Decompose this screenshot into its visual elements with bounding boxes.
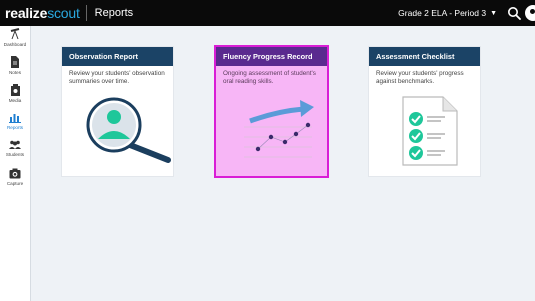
sidebar-item-dashboard[interactable]: Dashboard	[0, 28, 30, 47]
sidebar: Dashboard Notes Media Reports Students C…	[0, 26, 31, 301]
search-icon[interactable]	[507, 6, 521, 20]
card-title: Observation Report	[62, 47, 173, 66]
checklist-document-icon	[402, 96, 458, 166]
user-avatar-icon[interactable]	[525, 5, 535, 21]
logo-text-realize: realize	[5, 5, 48, 21]
header-divider	[85, 5, 87, 21]
card-description: Review your students' observation summar…	[69, 70, 165, 85]
progress-chart-icon	[244, 100, 314, 158]
logo-text-scout: scout	[47, 5, 80, 21]
observation-report-card[interactable]: Observation Report Review your students'…	[62, 47, 173, 176]
card-title: Fluency Progress Record	[216, 47, 327, 66]
sidebar-item-reports[interactable]: Reports	[0, 112, 30, 130]
sidebar-item-label: Capture	[6, 181, 24, 186]
sidebar-item-capture[interactable]: Capture	[0, 168, 30, 186]
sidebar-item-notes[interactable]: Notes	[0, 56, 30, 75]
note-icon	[11, 56, 19, 68]
sidebar-item-students[interactable]: Students	[0, 140, 30, 157]
sidebar-item-media[interactable]: Media	[0, 84, 30, 103]
media-icon	[10, 84, 20, 96]
students-icon	[9, 140, 21, 149]
sidebar-item-label: Notes	[8, 70, 21, 75]
chevron-down-icon: ▼	[490, 9, 497, 17]
assessment-checklist-report-card[interactable]: Assessment Checklist Report Review your …	[369, 47, 480, 176]
sidebar-item-label: Dashboard	[3, 42, 27, 47]
card-description: Ongoing assessment of student's oral rea…	[223, 70, 316, 85]
sidebar-item-label: Media	[8, 98, 22, 103]
camera-icon	[9, 168, 21, 179]
class-selector-label: Grade 2 ELA - Period 3	[398, 8, 487, 18]
fluency-progress-record-card[interactable]: Fluency Progress Record Ongoing assessme…	[216, 47, 327, 176]
bar-chart-icon	[9, 114, 21, 123]
class-selector[interactable]: Grade 2 ELA - Period 3 ▼	[398, 0, 497, 26]
realize-scout-logo[interactable]: realizescout	[5, 5, 80, 21]
card-title: Assessment Checklist Report	[369, 47, 480, 80]
page-title: Reports	[94, 7, 134, 19]
sidebar-item-label: Students	[5, 152, 25, 157]
telescope-icon	[10, 28, 20, 40]
sidebar-item-label: Reports	[6, 125, 24, 130]
magnifier-student-icon	[86, 97, 171, 163]
